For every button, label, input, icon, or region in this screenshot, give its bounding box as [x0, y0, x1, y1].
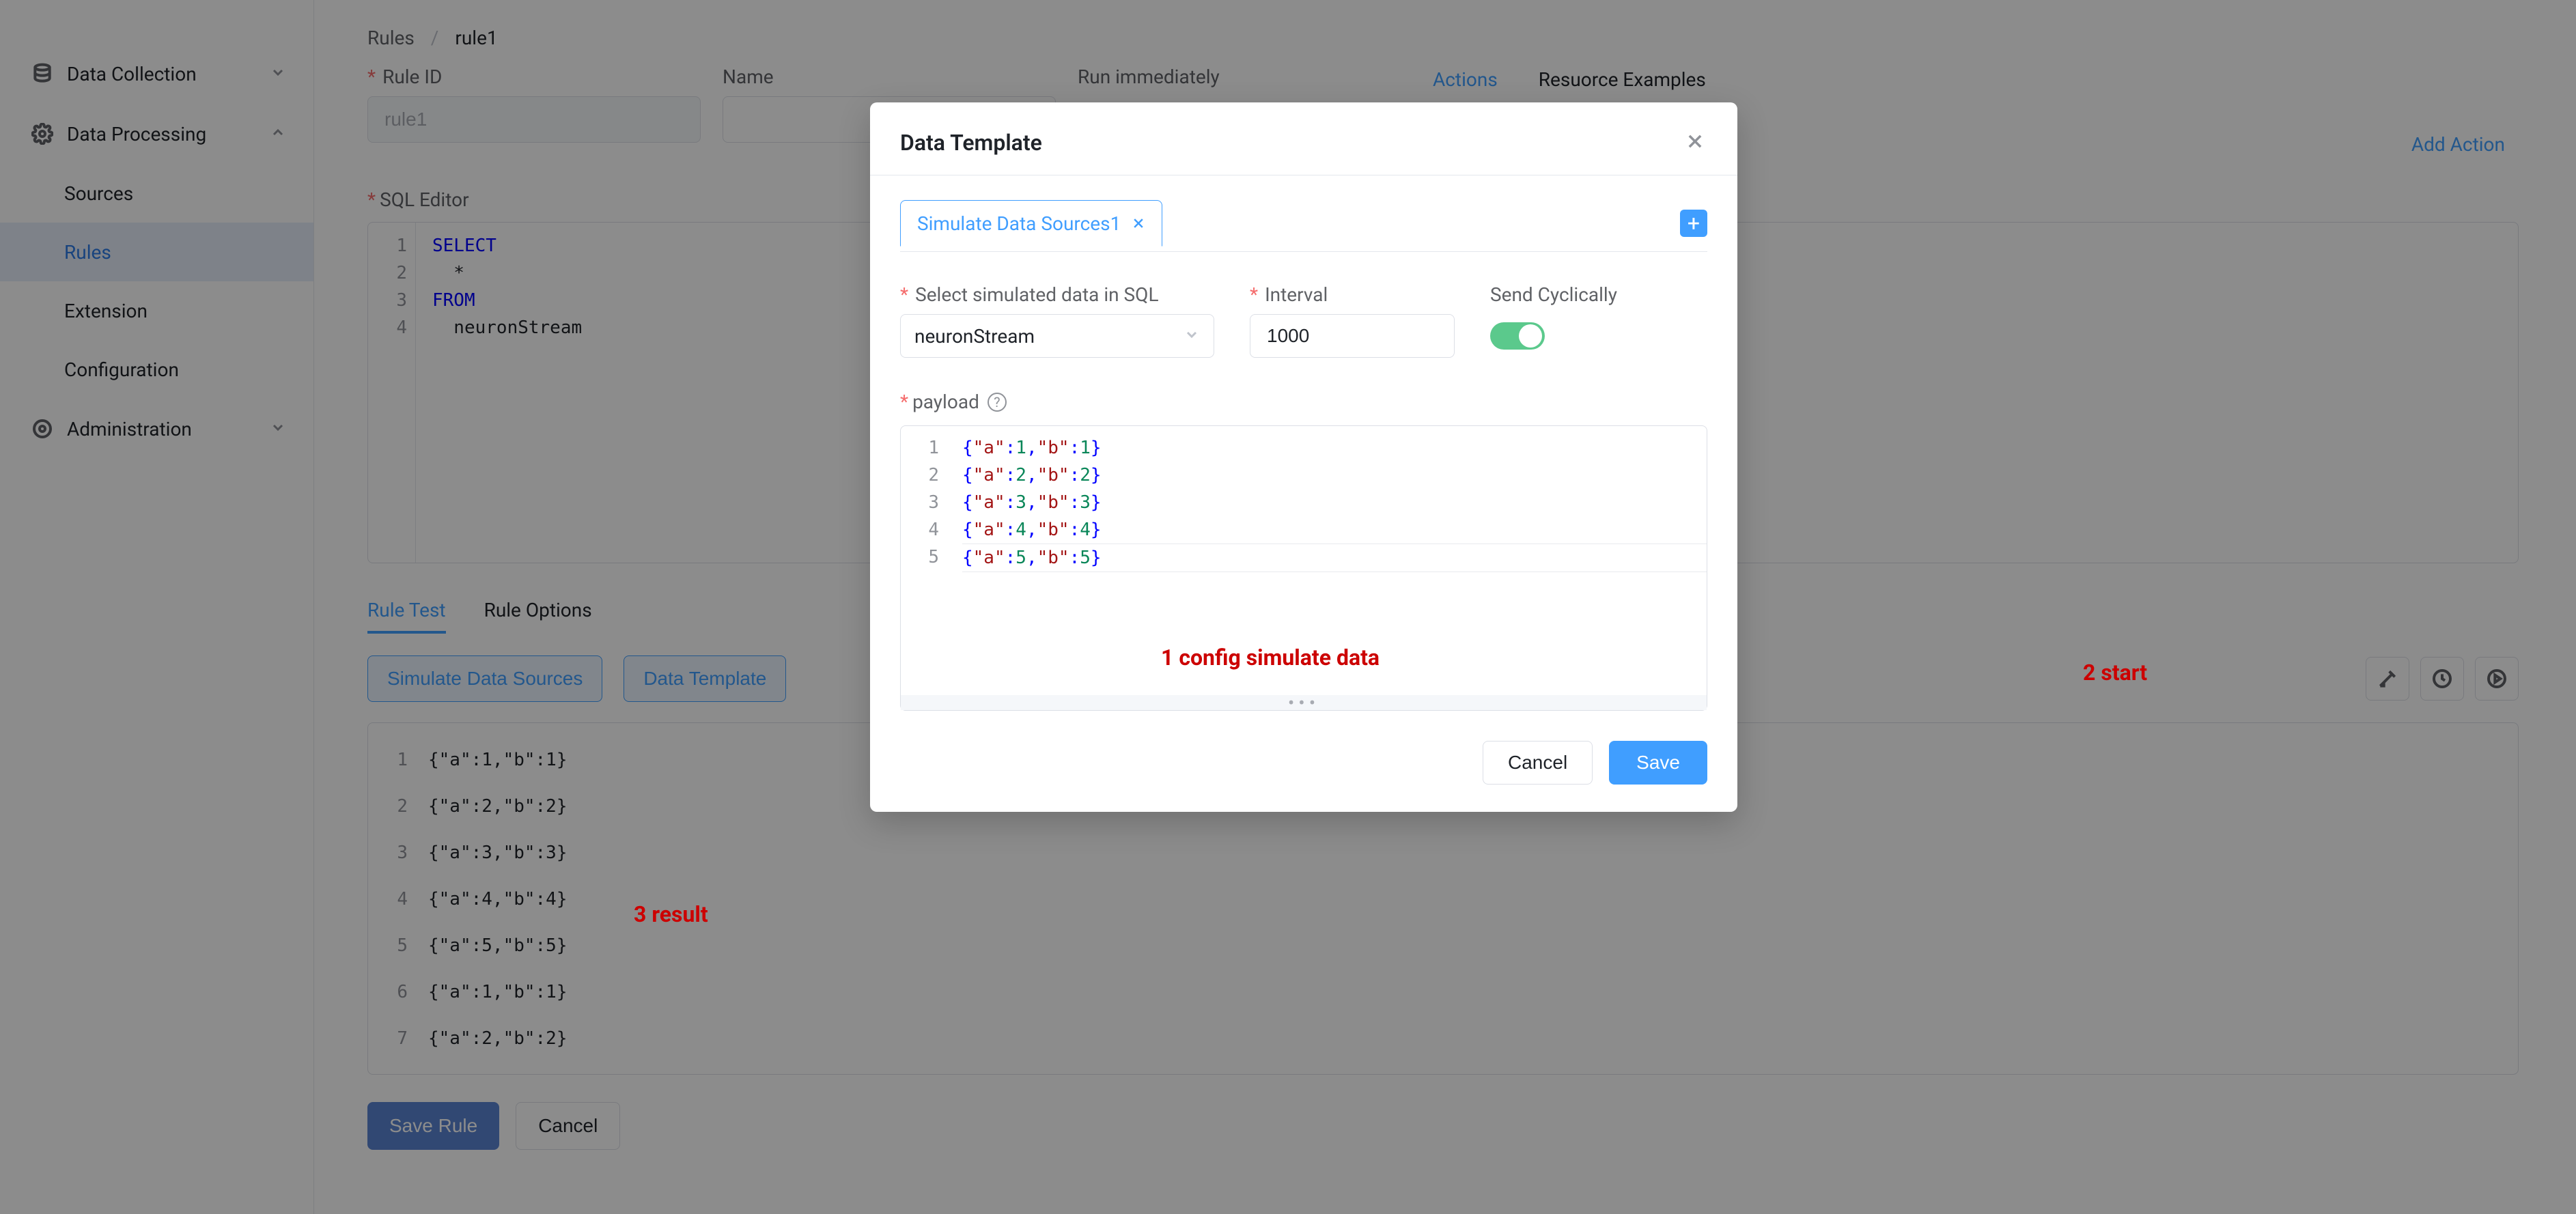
send-cyclically-switch[interactable]: [1490, 322, 1545, 350]
chevron-down-icon: [1184, 325, 1200, 348]
resize-handle[interactable]: •••: [901, 695, 1707, 710]
send-cyclically-label: Send Cyclically: [1490, 283, 1707, 306]
modal-cancel-button[interactable]: Cancel: [1483, 741, 1593, 785]
simulate-source-tab[interactable]: Simulate Data Sources1: [900, 200, 1162, 246]
annotation-1: 1 config simulate data: [1161, 645, 1380, 670]
select-sim-label: Select simulated data in SQL: [900, 283, 1214, 306]
help-icon[interactable]: ?: [988, 393, 1007, 412]
modal-title: Data Template: [900, 130, 1042, 156]
interval-input[interactable]: [1250, 314, 1455, 358]
annotation-2: 2 start: [2083, 660, 2147, 686]
select-sim-value: neuronStream: [914, 325, 1035, 348]
add-tab-button[interactable]: +: [1680, 210, 1707, 237]
data-template-modal: Data Template Simulate Data Sources1 + S…: [870, 102, 1737, 812]
annotation-3: 3 result: [634, 901, 708, 927]
interval-label: Interval: [1250, 283, 1455, 306]
modal-save-button[interactable]: Save: [1609, 741, 1707, 785]
tab-close-icon[interactable]: [1132, 212, 1145, 235]
close-icon[interactable]: [1685, 132, 1707, 154]
select-sim-data[interactable]: neuronStream: [900, 314, 1214, 358]
payload-gutter: 12345: [901, 426, 953, 695]
simulate-source-tab-label: Simulate Data Sources1: [917, 212, 1121, 235]
payload-label: payload: [900, 391, 979, 413]
